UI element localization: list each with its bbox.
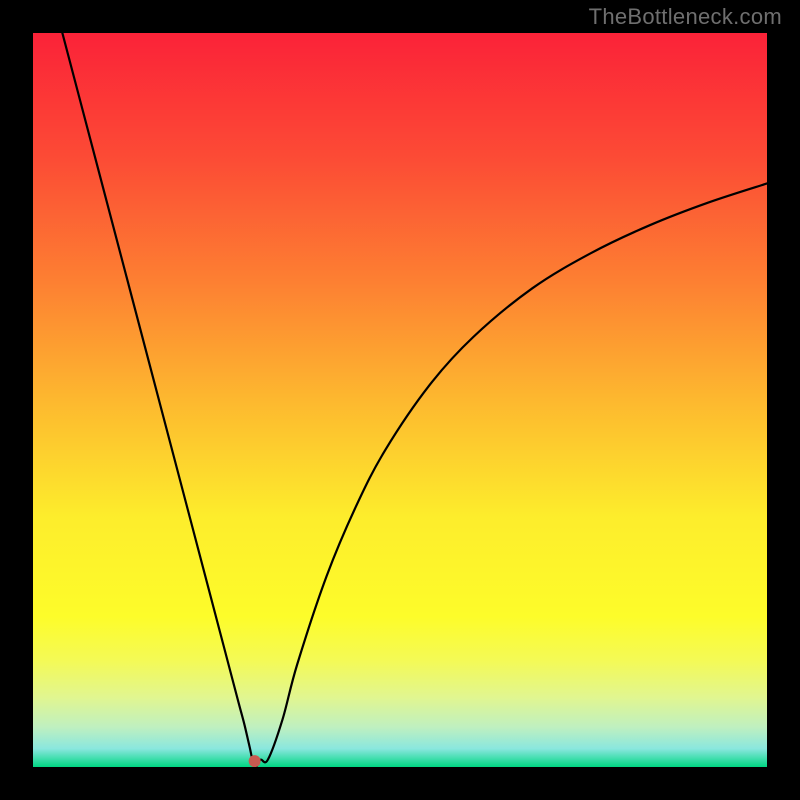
chart-frame: TheBottleneck.com xyxy=(0,0,800,800)
curve-layer xyxy=(33,33,767,767)
minimum-marker-icon xyxy=(249,755,261,767)
bottleneck-curve xyxy=(62,33,767,767)
watermark-text: TheBottleneck.com xyxy=(589,4,782,30)
plot-area xyxy=(33,33,767,767)
